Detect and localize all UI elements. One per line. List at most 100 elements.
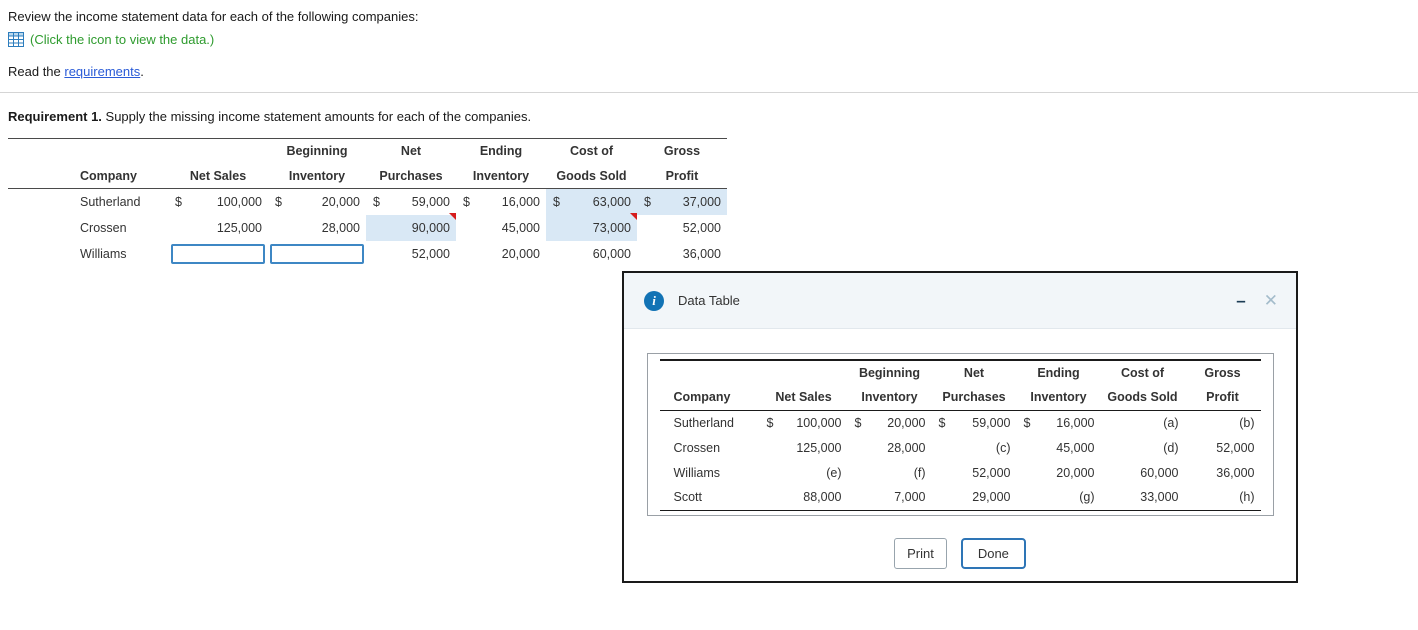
currency-symbol: $ xyxy=(553,194,560,209)
cell-company: Sutherland xyxy=(673,415,734,430)
requirements-link[interactable]: requirements xyxy=(64,64,140,79)
dialog-title: Data Table xyxy=(678,293,740,308)
done-button[interactable]: Done xyxy=(960,537,1026,569)
net-sales-input[interactable] xyxy=(171,243,265,264)
col-header-purchases: Purchases xyxy=(366,163,456,189)
col-header-company: Company xyxy=(659,385,760,411)
header-row-bottom: Company Net Sales Inventory Purchases In… xyxy=(8,163,727,189)
col-header-net: Net xyxy=(963,366,985,380)
cell-net-sales: $100,000 xyxy=(766,415,842,430)
cell-beginning-inventory-input xyxy=(268,241,366,267)
dialog-header: i Data Table – ✕ xyxy=(624,273,1296,329)
cell-gross-profit: 52,000 xyxy=(1216,440,1255,455)
table-row-crossen: Crossen 125,000 28,000 (c) 45,000 (d) 52… xyxy=(660,435,1261,460)
col-header-beginning: Beginning xyxy=(858,366,921,380)
cell-gross-profit-answer[interactable]: $37,000 xyxy=(637,188,727,215)
col-header-inventory: Inventory xyxy=(456,163,546,189)
cell-net-sales-input xyxy=(168,241,268,267)
cell-company: Sutherland xyxy=(80,194,141,209)
cell-net-sales: 88,000 xyxy=(759,485,848,511)
cell-net-purchases: (c) xyxy=(995,440,1011,455)
icon-caption: (Click the icon to view the data.) xyxy=(30,32,215,47)
col-header-gross: Gross xyxy=(1204,366,1241,380)
cell-cost-of-goods-sold: 33,000 xyxy=(1100,485,1185,511)
currency-symbol: $ xyxy=(854,415,862,430)
cell-beginning-inventory: $20,000 xyxy=(275,194,360,209)
cell-beginning-inventory: 28,000 xyxy=(321,220,360,235)
cell-ending-inventory: 20,000 xyxy=(501,246,540,261)
icon-row: (Click the icon to view the data.) xyxy=(0,24,1418,47)
minimize-icon[interactable]: – xyxy=(1236,292,1245,309)
cell-gross-profit: 36,000 xyxy=(1216,465,1255,480)
cell-cost-of-goods-sold: 60,000 xyxy=(592,246,631,261)
table-row-williams: Williams (e) (f) 52,000 20,000 60,000 36… xyxy=(660,460,1261,485)
col-header-inventory: Inventory xyxy=(847,385,932,411)
cell-net-purchases: $59,000 xyxy=(938,415,1011,430)
cell-ending-inventory: $16,000 xyxy=(1023,415,1095,430)
data-table: Beginning Net Ending Cost of Gross Compa… xyxy=(659,359,1261,511)
currency-symbol: $ xyxy=(644,194,651,209)
intro-text: Review the income statement data for eac… xyxy=(8,9,419,24)
cell-net-sales: (e) xyxy=(826,465,842,480)
answer-table: Beginning Net Ending Cost of Gross Compa… xyxy=(8,138,727,267)
cell-ending-inventory: (g) xyxy=(1016,485,1101,511)
col-header-net-sales: Net Sales xyxy=(168,163,268,189)
currency-symbol: $ xyxy=(275,194,282,209)
data-table-icon[interactable] xyxy=(8,32,24,47)
cell-beginning-inventory: 7,000 xyxy=(847,485,932,511)
cell-gross-profit: 52,000 xyxy=(682,220,721,235)
cell-net-purchases: 52,000 xyxy=(972,465,1011,480)
cell-gross-profit: (b) xyxy=(1239,415,1255,430)
col-header-ending: Ending xyxy=(1037,366,1080,380)
table-row-sutherland: Sutherland $100,000 $20,000 $59,000 $16,… xyxy=(8,188,727,215)
cell-cost-of-goods-sold-answer[interactable]: 73,000 xyxy=(546,212,637,241)
cell-company: Crossen xyxy=(673,440,721,455)
col-header-company: Company xyxy=(8,163,168,189)
col-header-profit: Profit xyxy=(637,163,727,189)
dialog-controls: – ✕ xyxy=(1236,292,1278,309)
read-row: Read the requirements. xyxy=(0,47,1418,79)
col-header-purchases: Purchases xyxy=(931,385,1017,411)
currency-symbol: $ xyxy=(1023,415,1031,430)
cell-net-purchases-answer[interactable]: 90,000 xyxy=(366,212,456,241)
cell-gross-profit: 36,000 xyxy=(682,246,721,261)
cell-net-sales: 125,000 xyxy=(796,440,842,455)
col-header-goods-sold: Goods Sold xyxy=(546,163,637,189)
col-header-goods-sold: Goods Sold xyxy=(1100,385,1185,411)
print-button[interactable]: Print xyxy=(894,537,947,569)
cell-net-purchases: $59,000 xyxy=(373,194,450,209)
currency-symbol: $ xyxy=(463,194,470,209)
currency-symbol: $ xyxy=(938,415,946,430)
table-row-williams: Williams 52,000 20,000 60,000 36,000 xyxy=(8,241,727,267)
requirement-text: Supply the missing income statement amou… xyxy=(101,109,532,124)
dialog-buttons: Print Done xyxy=(624,537,1296,569)
cell-net-sales: 125,000 xyxy=(216,220,262,235)
col-header-inventory: Inventory xyxy=(268,163,366,189)
cell-company: Williams xyxy=(673,465,721,480)
cell-company: Williams xyxy=(80,246,127,261)
cell-beginning-inventory: (f) xyxy=(913,465,926,480)
cell-ending-inventory: $16,000 xyxy=(463,194,540,209)
cell-net-sales: $100,000 xyxy=(175,194,262,209)
close-icon[interactable]: ✕ xyxy=(1264,292,1278,309)
cell-company: Scott xyxy=(659,485,760,511)
cell-net-purchases: 29,000 xyxy=(931,485,1017,511)
cell-company: Crossen xyxy=(80,220,127,235)
cell-cost-of-goods-sold: (a) xyxy=(1163,415,1179,430)
cell-ending-inventory: 20,000 xyxy=(1056,465,1095,480)
cell-gross-profit: (h) xyxy=(1184,485,1261,511)
col-header-ending: Ending xyxy=(479,144,523,159)
cell-beginning-inventory: $20,000 xyxy=(854,415,926,430)
read-prefix: Read the xyxy=(8,64,65,79)
info-icon: i xyxy=(644,290,664,311)
col-header-cost-of: Cost of xyxy=(1120,366,1165,380)
table-row-scott: Scott 88,000 7,000 29,000 (g) 33,000 (h) xyxy=(659,485,1261,511)
cell-cost-of-goods-sold: (d) xyxy=(1163,440,1179,455)
cell-ending-inventory: 45,000 xyxy=(501,220,540,235)
header-row-bottom: Company Net Sales Inventory Purchases In… xyxy=(659,385,1261,411)
col-header-net: Net xyxy=(400,144,422,159)
cell-ending-inventory: 45,000 xyxy=(1056,440,1095,455)
beginning-inventory-input[interactable] xyxy=(270,243,364,264)
table-row-sutherland: Sutherland $100,000 $20,000 $59,000 $16,… xyxy=(660,410,1261,435)
cell-cost-of-goods-sold-answer[interactable]: $63,000 xyxy=(546,188,637,215)
